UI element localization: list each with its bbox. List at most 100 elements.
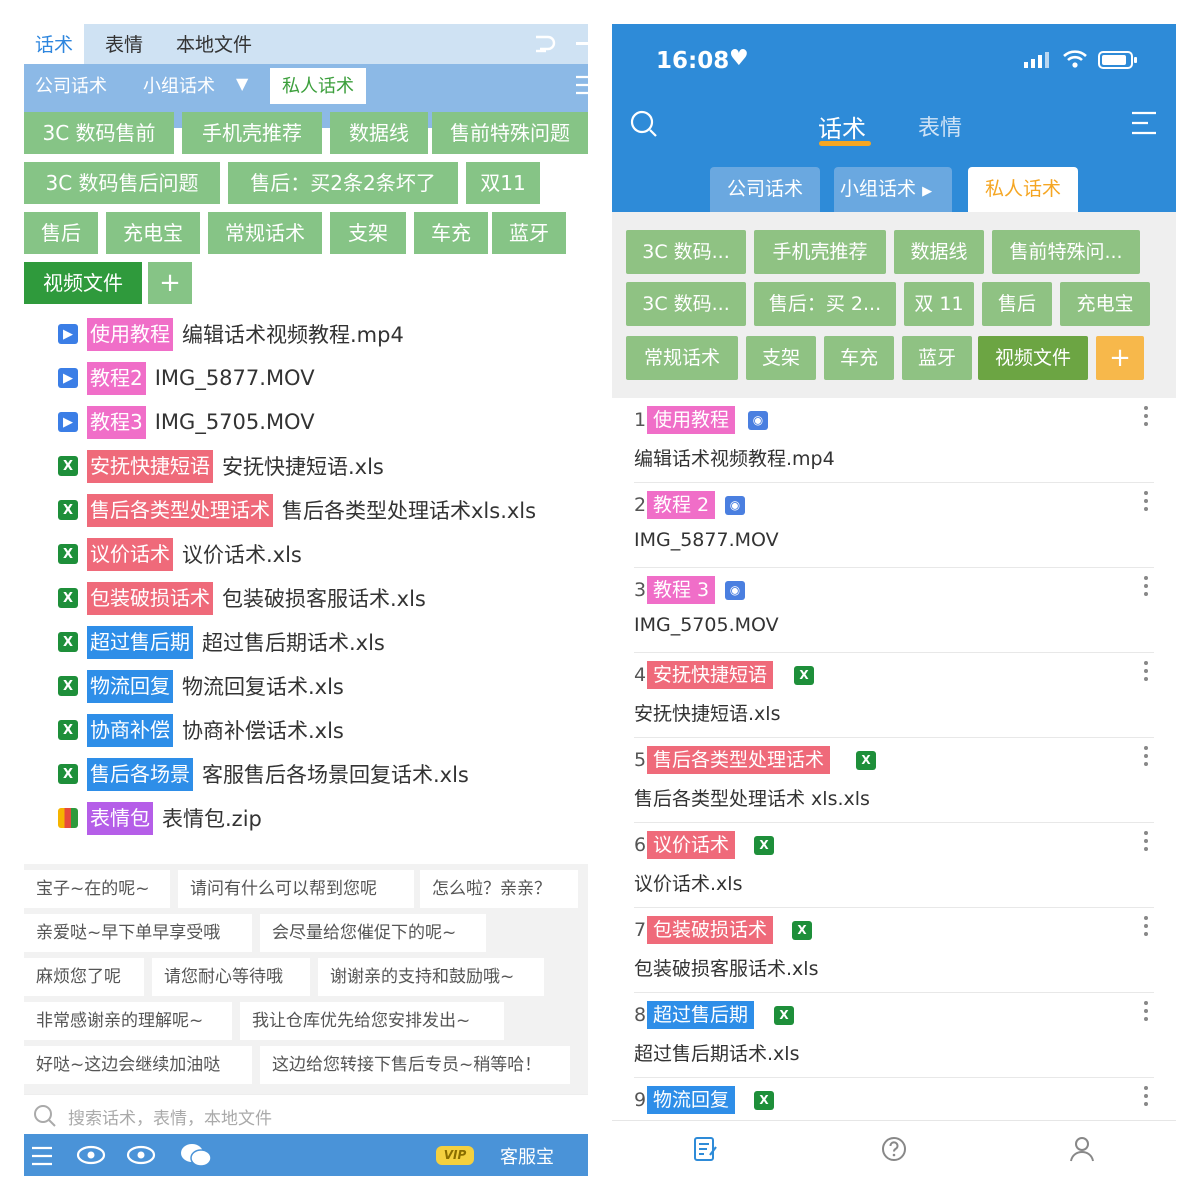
quick-phrase[interactable]: 宝子~在的呢~ [24, 870, 170, 908]
category-button[interactable]: 数据线 [330, 112, 428, 154]
menu-icon[interactable] [1130, 110, 1158, 136]
category-button[interactable]: 售前特殊问... [992, 230, 1140, 274]
quick-phrase[interactable]: 麻烦您了呢 [24, 958, 144, 996]
edit-icon[interactable] [692, 1135, 720, 1163]
list-icon[interactable] [30, 1144, 54, 1168]
video-icon: ▶ [58, 324, 78, 344]
quick-phrase[interactable]: 请问有什么可以帮到您呢 [178, 870, 414, 908]
more-icon[interactable] [1142, 574, 1150, 602]
more-icon[interactable] [1142, 914, 1150, 942]
category-button[interactable]: 售前特殊问题 [432, 112, 588, 154]
file-row[interactable]: X 协商补偿 协商补偿话术.xls [24, 710, 344, 750]
minimize-icon[interactable] [576, 42, 588, 45]
category-button[interactable]: 双11 [466, 162, 540, 204]
category-button[interactable]: 车充 [824, 336, 894, 380]
list-item[interactable]: 1 使用教程 ◉ 编辑话术视频教程.mp4 [634, 398, 1154, 483]
quick-phrase[interactable]: 亲爱哒~早下单早享受哦 [24, 914, 252, 952]
category-button[interactable]: 手机壳推荐 [182, 112, 322, 154]
list-item[interactable]: 9 物流回复 X [634, 1078, 1154, 1120]
tab-local-files[interactable]: 本地文件 [168, 24, 260, 64]
category-button[interactable]: 售后：买 2... [754, 282, 896, 326]
file-row[interactable]: X 包装破损话术 包装破损客服话术.xls [24, 578, 426, 618]
category-button[interactable]: 3C 数码售前 [24, 112, 174, 154]
eye-icon[interactable] [126, 1144, 156, 1166]
quick-phrase[interactable]: 谢谢亲的支持和鼓励哦~ [318, 958, 544, 996]
category-button[interactable]: 售后 [982, 282, 1052, 326]
category-button-selected[interactable]: 视频文件 [24, 262, 142, 304]
search-icon[interactable] [630, 110, 658, 138]
list-item[interactable]: 7 包装破损话术 X 包装破损客服话术.xls [634, 908, 1154, 993]
category-button[interactable]: 充电宝 [1060, 282, 1150, 326]
file-row[interactable]: ▶ 教程2 IMG_5877.MOV [24, 358, 315, 398]
list-item[interactable]: 8 超过售后期 X 超过售后期话术.xls [634, 993, 1154, 1078]
category-button[interactable]: 3C 数码售后问题 [24, 162, 220, 204]
file-row[interactable]: 表情包 表情包.zip [24, 798, 262, 838]
wechat-icon[interactable] [180, 1142, 212, 1168]
category-button[interactable]: 蓝牙 [902, 336, 972, 380]
subtab-group[interactable]: 小组话术 ▶ [834, 167, 952, 212]
subtab-company[interactable]: 公司话术 [24, 68, 118, 104]
quick-phrase[interactable]: 非常感谢亲的理解呢~ [24, 1002, 232, 1040]
tab-biaoqing[interactable]: 表情 [918, 110, 962, 142]
quick-phrase[interactable]: 怎么啦？亲亲？ [420, 870, 578, 908]
category-button-selected[interactable]: 视频文件 [978, 336, 1088, 380]
tab-huashu[interactable]: 话术 [818, 109, 866, 144]
quick-phrase[interactable]: 这边给您转接下售后专员~稍等哈！ [260, 1046, 570, 1084]
category-button[interactable]: 售后 [24, 212, 98, 254]
more-icon[interactable] [1142, 1084, 1150, 1112]
add-category-button[interactable]: + [148, 262, 192, 304]
file-row[interactable]: X 议价话术 议价话术.xls [24, 534, 302, 574]
list-item[interactable]: 5 售后各类型处理话术 X 售后各类型处理话术 xls.xls [634, 738, 1154, 823]
file-row[interactable]: X 售后各场景 客服售后各场景回复话术.xls [24, 754, 469, 794]
more-icon[interactable] [1142, 999, 1150, 1027]
quick-phrase[interactable]: 我让仓库优先给您安排发出~ [240, 1002, 504, 1040]
tab-biaoqing[interactable]: 表情 [92, 24, 156, 64]
more-icon[interactable] [1142, 659, 1150, 687]
category-button[interactable]: 售后：买2条2条坏了 [228, 162, 458, 204]
menu-icon[interactable] [576, 72, 588, 98]
category-button[interactable]: 常规话术 [208, 212, 322, 254]
add-category-button[interactable]: + [1096, 336, 1144, 380]
category-button[interactable]: 支架 [330, 212, 406, 254]
quick-phrase[interactable]: 好哒~这边会继续加油哒 [24, 1046, 252, 1084]
subtab-company[interactable]: 公司话术 [710, 167, 820, 212]
category-button[interactable]: 3C 数码... [626, 230, 746, 274]
category-button[interactable]: 充电宝 [106, 212, 200, 254]
subtab-group[interactable]: 小组话术 [134, 68, 224, 104]
list-item[interactable]: 6 议价话术 X 议价话术.xls [634, 823, 1154, 908]
eye-icon[interactable] [76, 1144, 106, 1166]
file-row[interactable]: X 安抚快捷短语 安抚快捷短语.xls [24, 446, 384, 486]
category-button[interactable]: 车充 [414, 212, 488, 254]
more-icon[interactable] [1142, 489, 1150, 517]
list-item[interactable]: 3 教程 3 ◉ IMG_5705.MOV [634, 568, 1154, 653]
dropdown-arrow-icon[interactable]: ▼ [236, 74, 248, 93]
file-row[interactable]: ▶ 使用教程 编辑话术视频教程.mp4 [24, 314, 404, 354]
subtab-private[interactable]: 私人话术 [270, 68, 366, 104]
search-input[interactable]: 搜索话术，表情，本地文件 [68, 1104, 272, 1129]
category-button[interactable]: 支架 [746, 336, 816, 380]
user-icon[interactable] [1068, 1135, 1096, 1163]
list-item[interactable]: 4 安抚快捷短语 X 安抚快捷短语.xls [634, 653, 1154, 738]
list-item[interactable]: 2 教程 2 ◉ IMG_5877.MOV [634, 483, 1154, 568]
tab-huashu[interactable]: 话术 [24, 24, 84, 64]
help-icon[interactable] [880, 1135, 908, 1163]
file-row[interactable]: X 物流回复 物流回复话术.xls [24, 666, 344, 706]
quick-phrase[interactable]: 请您耐心等待哦 [152, 958, 310, 996]
category-button[interactable]: 数据线 [894, 230, 984, 274]
category-button[interactable]: 双 11 [904, 282, 974, 326]
file-row[interactable]: X 售后各类型处理话术 售后各类型处理话术xls.xls [24, 490, 536, 530]
category-button[interactable]: 常规话术 [626, 336, 738, 380]
kefubao-label[interactable]: 客服宝 [500, 1143, 554, 1169]
return-icon[interactable] [532, 33, 558, 55]
subtab-private[interactable]: 私人话术 [968, 167, 1078, 212]
file-row[interactable]: ▶ 教程3 IMG_5705.MOV [24, 402, 315, 442]
search-bar[interactable]: 搜索话术，表情，本地文件 [24, 1094, 588, 1134]
more-icon[interactable] [1142, 404, 1150, 432]
category-button[interactable]: 手机壳推荐 [754, 230, 886, 274]
more-icon[interactable] [1142, 744, 1150, 772]
more-icon[interactable] [1142, 829, 1150, 857]
category-button[interactable]: 3C 数码... [626, 282, 746, 326]
file-row[interactable]: X 超过售后期 超过售后期话术.xls [24, 622, 385, 662]
category-button[interactable]: 蓝牙 [492, 212, 566, 254]
quick-phrase[interactable]: 会尽量给您催促下的呢~ [260, 914, 486, 952]
